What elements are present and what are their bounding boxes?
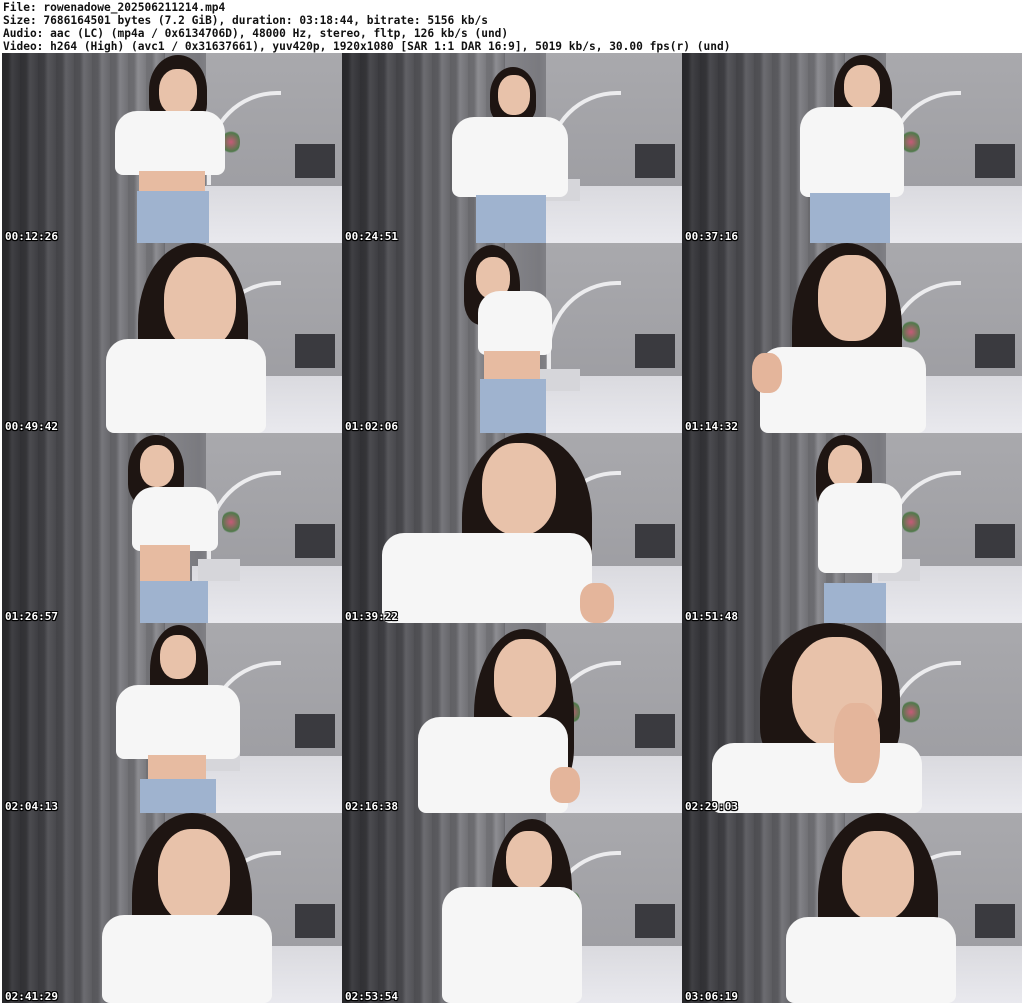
timestamp-label: 01:26:57 [5, 610, 58, 623]
bed-headboard [295, 334, 336, 369]
person-figure [454, 243, 574, 433]
person-figure [102, 243, 272, 433]
thumbnail-frame: 02:29:03 [682, 623, 1022, 813]
person-figure [122, 433, 242, 623]
timestamp-label: 01:39:22 [345, 610, 398, 623]
timestamp-label: 00:37:16 [685, 230, 738, 243]
person-figure [712, 623, 932, 813]
person-figure [810, 433, 930, 623]
timestamp-label: 02:16:38 [345, 800, 398, 813]
person-figure [450, 65, 570, 243]
thumbnail-frame: 01:14:32 [682, 243, 1022, 433]
timestamp-label: 01:02:06 [345, 420, 398, 433]
timestamp-label: 00:49:42 [5, 420, 58, 433]
person-figure [114, 623, 244, 813]
thumbnail-frame: 02:16:38 [342, 623, 682, 813]
thumbnail-frame: 01:39:22 [342, 433, 682, 623]
bed-headboard [295, 714, 336, 749]
bed-headboard [635, 714, 676, 749]
timestamp-label: 01:14:32 [685, 420, 738, 433]
thumbnail-frame: 01:02:06 [342, 243, 682, 433]
timestamp-label: 00:12:26 [5, 230, 58, 243]
bed-headboard [635, 334, 676, 369]
video-info-line: Video: h264 (High) (avc1 / 0x31637661), … [3, 40, 731, 53]
timestamp-label: 02:29:03 [685, 800, 738, 813]
bed-headboard [295, 524, 336, 559]
person-figure [107, 53, 227, 243]
timestamp-label: 02:04:13 [5, 800, 58, 813]
thumbnail-frame: 00:12:26 [2, 53, 342, 243]
person-figure [442, 813, 592, 1003]
bed-headboard [635, 904, 676, 939]
audio-info-line: Audio: aac (LC) (mp4a / 0x6134706D), 480… [3, 27, 509, 40]
bed-headboard [975, 524, 1016, 559]
bed-headboard [635, 144, 676, 179]
thumbnail-frame: 00:37:16 [682, 53, 1022, 243]
bed-headboard [295, 144, 336, 179]
person-figure [752, 243, 932, 433]
thumbnail-frame: 02:41:29 [2, 813, 342, 1003]
person-figure [382, 433, 622, 623]
thumbnail-frame: 00:24:51 [342, 53, 682, 243]
thumbnail-frame: 02:53:54 [342, 813, 682, 1003]
thumbnail-frame: 00:49:42 [2, 243, 342, 433]
file-info-header: File: rowenadowe_202506211214.mp4 Size: … [3, 1, 1021, 53]
bed-headboard [975, 334, 1016, 369]
thumbnail-frame: 01:51:48 [682, 433, 1022, 623]
timestamp-label: 01:51:48 [685, 610, 738, 623]
timestamp-label: 00:24:51 [345, 230, 398, 243]
timestamp-label: 02:41:29 [5, 990, 58, 1003]
file-name-line: File: rowenadowe_202506211214.mp4 [3, 1, 226, 14]
bed-headboard [635, 524, 676, 559]
person-figure [418, 623, 598, 813]
thumbnail-frame: 01:26:57 [2, 433, 342, 623]
bed-headboard [975, 144, 1016, 179]
person-figure [800, 53, 920, 243]
file-size-line: Size: 7686164501 bytes (7.2 GiB), durati… [3, 14, 488, 27]
person-figure [782, 813, 962, 1003]
thumbnail-grid: 00:12:26 00:24:51 00:37:16 00:49:42 01:0… [2, 53, 1022, 1003]
timestamp-label: 02:53:54 [345, 990, 398, 1003]
bed-headboard [975, 904, 1016, 939]
thumbnail-frame: 03:06:19 [682, 813, 1022, 1003]
timestamp-label: 03:06:19 [685, 990, 738, 1003]
thumbnail-frame: 02:04:13 [2, 623, 342, 813]
person-figure [102, 813, 282, 1003]
bed-headboard [295, 904, 336, 939]
